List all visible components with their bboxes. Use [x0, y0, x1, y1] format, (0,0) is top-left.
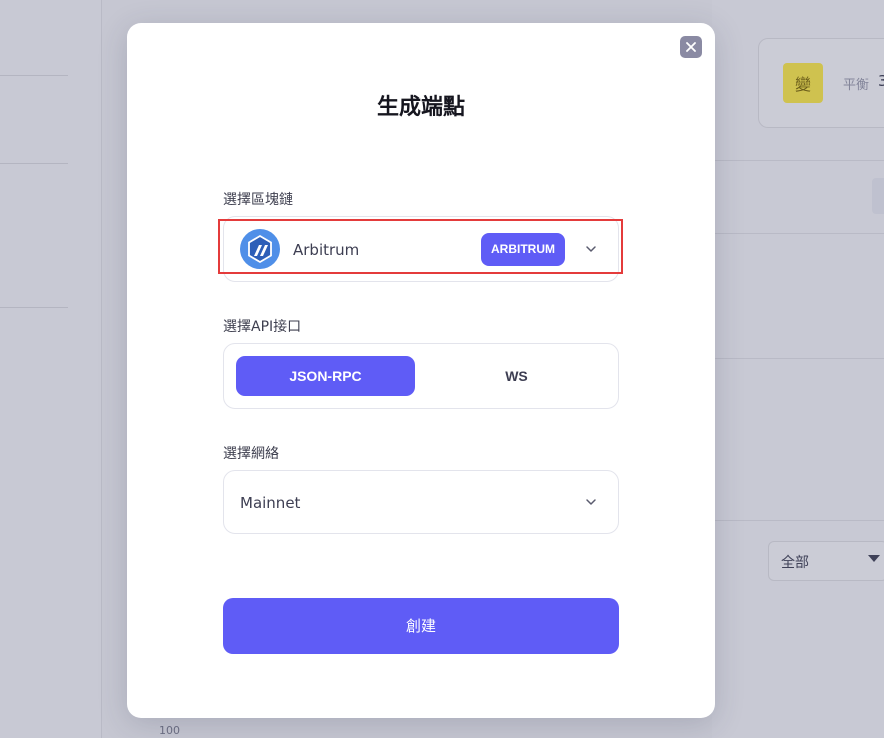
divider — [712, 520, 884, 521]
background-sidebar — [0, 0, 102, 738]
modal-title: 生成端點 — [376, 95, 465, 120]
divider — [712, 233, 884, 234]
caret-down-icon — [868, 555, 880, 562]
network-label: 選擇網絡 — [223, 446, 279, 462]
background-tab — [872, 178, 884, 214]
api-option-json-rpc[interactable]: JSON-RPC — [236, 356, 415, 396]
balance-label: 平衡 — [843, 78, 870, 93]
close-icon — [686, 42, 696, 52]
balance-value: 3 — [878, 72, 884, 90]
coin-icon: 變 — [783, 63, 823, 103]
chain-name: Arbitrum — [293, 241, 360, 259]
api-option-ws[interactable]: WS — [427, 356, 606, 396]
close-button[interactable] — [680, 36, 702, 58]
network-select[interactable]: Mainnet — [223, 470, 619, 534]
filter-select: 全部 — [768, 541, 884, 581]
arbitrum-logo-icon — [240, 229, 280, 269]
divider — [0, 307, 68, 308]
divider — [712, 160, 884, 161]
chevron-down-icon — [586, 499, 596, 505]
divider — [0, 75, 68, 76]
divider — [0, 163, 68, 164]
chevron-down-icon — [586, 246, 596, 252]
create-button[interactable]: 創建 — [223, 598, 619, 654]
chain-label: 選擇區塊鏈 — [223, 192, 293, 208]
generate-endpoint-modal: 生成端點 選擇區塊鏈 Arbitrum ARBITRUM 選擇API接口 JSO… — [127, 23, 715, 718]
divider — [712, 358, 884, 359]
api-toggle: JSON-RPC WS — [223, 343, 619, 409]
network-value: Mainnet — [240, 494, 301, 512]
chain-select[interactable]: Arbitrum ARBITRUM — [223, 216, 619, 282]
api-label: 選擇API接口 — [223, 319, 302, 335]
axis-tick: 100 — [159, 724, 180, 737]
chain-badge: ARBITRUM — [481, 233, 565, 266]
